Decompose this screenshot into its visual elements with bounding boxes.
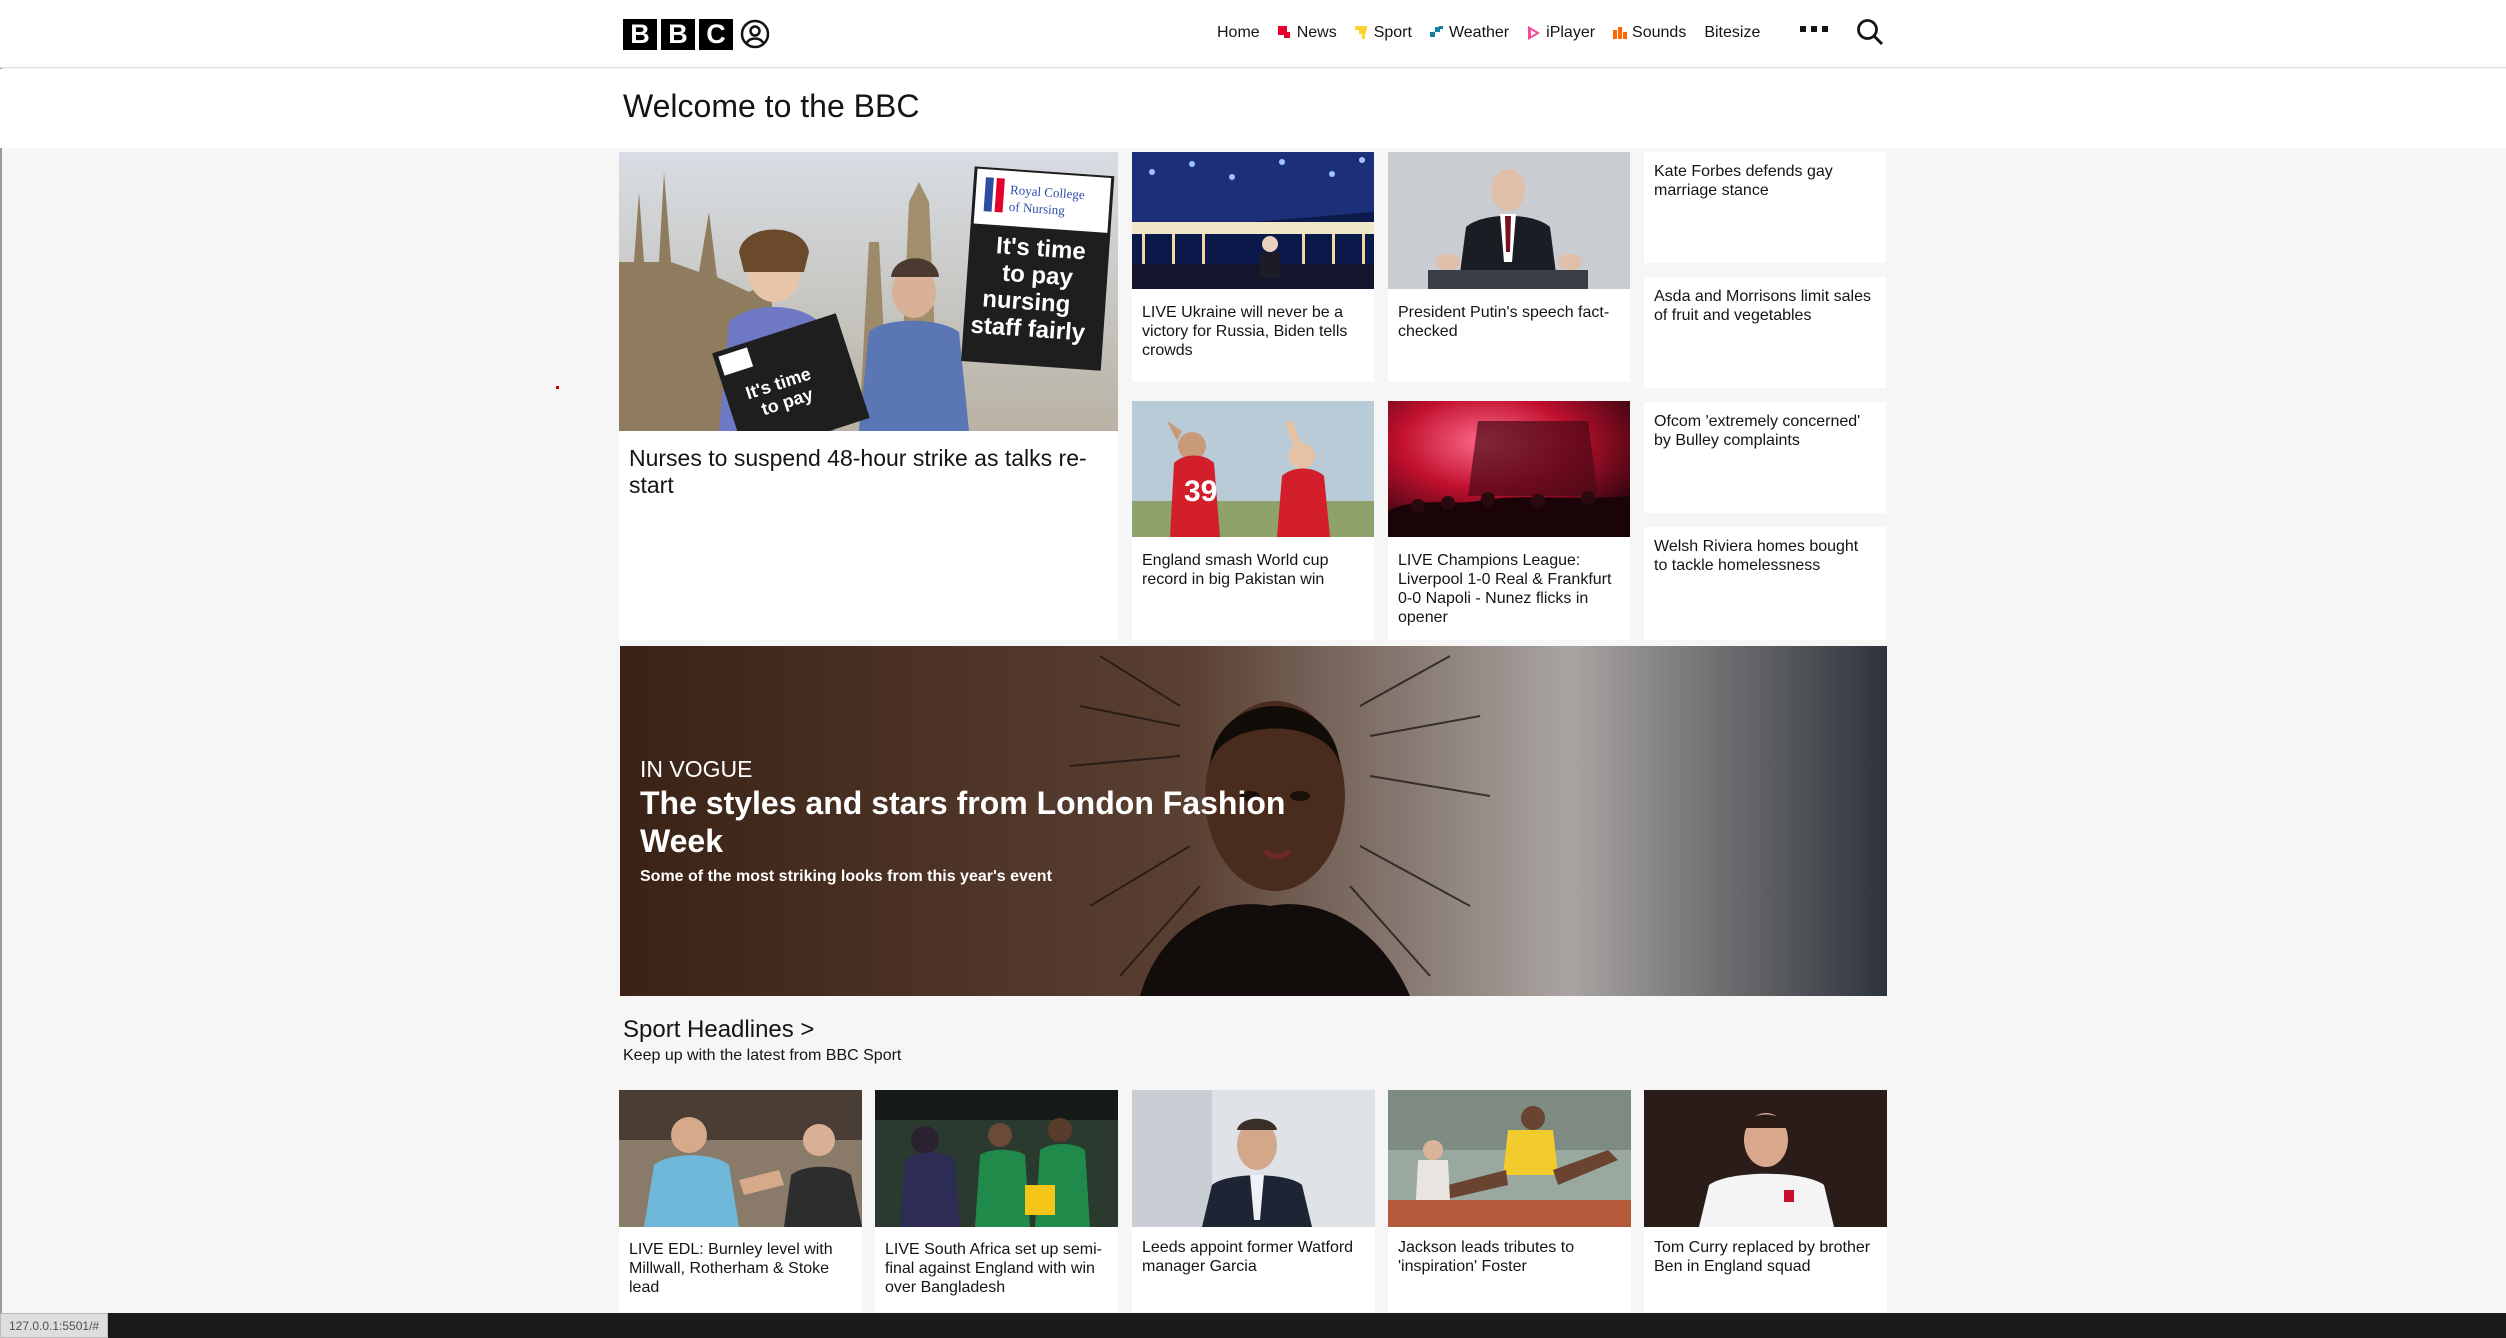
nav-iplayer[interactable]: iPlayer: [1527, 24, 1595, 42]
sounds-icon: [1613, 27, 1628, 39]
weather-icon: [1429, 26, 1443, 37]
status-url: 127.0.0.1:5501/#: [0, 1313, 109, 1338]
text-story-card[interactable]: Kate Forbes defends gay marriage stance: [1644, 152, 1886, 263]
more-menu-icon[interactable]: [1800, 26, 1828, 32]
story-card[interactable]: LIVE Ukraine will never be a victory for…: [1132, 152, 1374, 382]
nav-bitesize[interactable]: Bitesize: [1704, 24, 1760, 42]
story-card[interactable]: 39 England smash World cup record in big…: [1132, 401, 1374, 640]
sport-image-south-africa: [875, 1090, 1118, 1227]
lead-story-headline: Nurses to suspend 48-hour strike as talk…: [629, 445, 1087, 498]
text-story-card[interactable]: Welsh Riviera homes bought to tackle hom…: [1644, 527, 1886, 640]
sport-card[interactable]: Tom Curry replaced by brother Ben in Eng…: [1644, 1090, 1887, 1312]
window-edge: [0, 0, 2, 1338]
main-nav: Home News Sport Weather iPlayer Sounds B…: [1217, 18, 1778, 48]
story-image-cricket: 39: [1132, 401, 1374, 537]
global-header: B B C Home News Sport Weather iPlayer So…: [0, 0, 2506, 68]
nav-weather[interactable]: Weather: [1429, 24, 1510, 42]
sport-image-garcia: [1132, 1090, 1375, 1227]
stray-dot: [556, 386, 559, 389]
page-title: Welcome to the BBC: [623, 88, 920, 124]
lead-story-card[interactable]: It's time to pay Royal College of Nursin…: [619, 152, 1118, 640]
story-headline: Ofcom 'extremely concerned' by Bulley co…: [1654, 413, 1861, 449]
story-headline: LIVE EDL: Burnley level with Millwall, R…: [629, 1241, 833, 1296]
story-image-biden: [1132, 152, 1374, 289]
sport-section-subtitle: Keep up with the latest from BBC Sport: [623, 1047, 902, 1064]
story-headline: Asda and Morrisons limit sales of fruit …: [1654, 288, 1871, 324]
story-headline: Jackson leads tributes to 'inspiration' …: [1398, 1239, 1575, 1275]
story-card[interactable]: President Putin's speech fact-checked: [1388, 152, 1630, 382]
story-headline: LIVE Ukraine will never be a victory for…: [1142, 304, 1348, 359]
story-headline: England smash World cup record in big Pa…: [1142, 552, 1329, 588]
story-headline: Kate Forbes defends gay marriage stance: [1654, 163, 1833, 199]
text-story-card[interactable]: Asda and Morrisons limit sales of fruit …: [1644, 277, 1886, 388]
iplayer-icon: [1528, 26, 1541, 40]
account-icon[interactable]: [739, 18, 771, 50]
svg-text:39: 39: [1184, 475, 1217, 508]
sport-image-curry: [1644, 1090, 1887, 1227]
text-story-card[interactable]: Ofcom 'extremely concerned' by Bulley co…: [1644, 402, 1886, 513]
story-headline: LIVE Champions League: Liverpool 1-0 Rea…: [1398, 552, 1612, 626]
nav-home[interactable]: Home: [1217, 24, 1260, 42]
search-icon[interactable]: [1855, 17, 1885, 47]
welcome-bar: [0, 69, 2506, 148]
sport-icon: [1354, 26, 1367, 39]
logo-letter: C: [699, 19, 733, 50]
nav-label: Sounds: [1632, 24, 1687, 41]
browser-status-bar: [0, 1313, 2506, 1338]
story-headline: Welsh Riviera homes bought to tackle hom…: [1654, 538, 1859, 574]
story-card[interactable]: LIVE Champions League: Liverpool 1-0 Rea…: [1388, 401, 1630, 640]
nav-label: News: [1296, 24, 1337, 41]
sport-image-foster: [1388, 1090, 1631, 1227]
sport-card[interactable]: LIVE South Africa set up semi-final agai…: [875, 1090, 1118, 1312]
promo-kicker: IN VOGUE: [640, 756, 753, 782]
nav-label: Home: [1217, 24, 1260, 41]
story-headline: LIVE South Africa set up semi-final agai…: [885, 1241, 1102, 1296]
story-headline: Leeds appoint former Watford manager Gar…: [1142, 1239, 1354, 1275]
sport-card[interactable]: LIVE EDL: Burnley level with Millwall, R…: [619, 1090, 862, 1312]
logo-letter: B: [661, 19, 695, 50]
nav-label: Sport: [1373, 24, 1412, 41]
sport-card[interactable]: Jackson leads tributes to 'inspiration' …: [1388, 1090, 1631, 1312]
logo-letter: B: [623, 19, 657, 50]
promo-summary: Some of the most striking looks from thi…: [640, 868, 1052, 885]
lead-story-image: It's time to pay Royal College of Nursin…: [619, 152, 1118, 431]
nav-label: Bitesize: [1704, 24, 1761, 41]
nav-sport[interactable]: Sport: [1354, 24, 1412, 42]
story-image-champions-league: [1388, 401, 1630, 537]
bbc-logo[interactable]: B B C: [623, 19, 733, 50]
story-image-putin: [1388, 152, 1630, 289]
sport-card[interactable]: Leeds appoint former Watford manager Gar…: [1132, 1090, 1375, 1312]
nav-sounds[interactable]: Sounds: [1613, 24, 1686, 42]
story-headline: Tom Curry replaced by brother Ben in Eng…: [1654, 1239, 1871, 1275]
sport-image-burnley: [619, 1090, 862, 1227]
nav-news[interactable]: News: [1277, 24, 1337, 42]
sport-section-title[interactable]: Sport Headlines >: [623, 1016, 814, 1044]
nav-label: iPlayer: [1546, 24, 1596, 41]
story-headline: President Putin's speech fact-checked: [1398, 304, 1610, 340]
promo-banner[interactable]: IN VOGUE The styles and stars from Londo…: [620, 646, 1887, 996]
news-icon: [1277, 26, 1290, 38]
promo-headline: The styles and stars from London Fashion…: [640, 785, 1286, 859]
nav-label: Weather: [1448, 24, 1510, 41]
